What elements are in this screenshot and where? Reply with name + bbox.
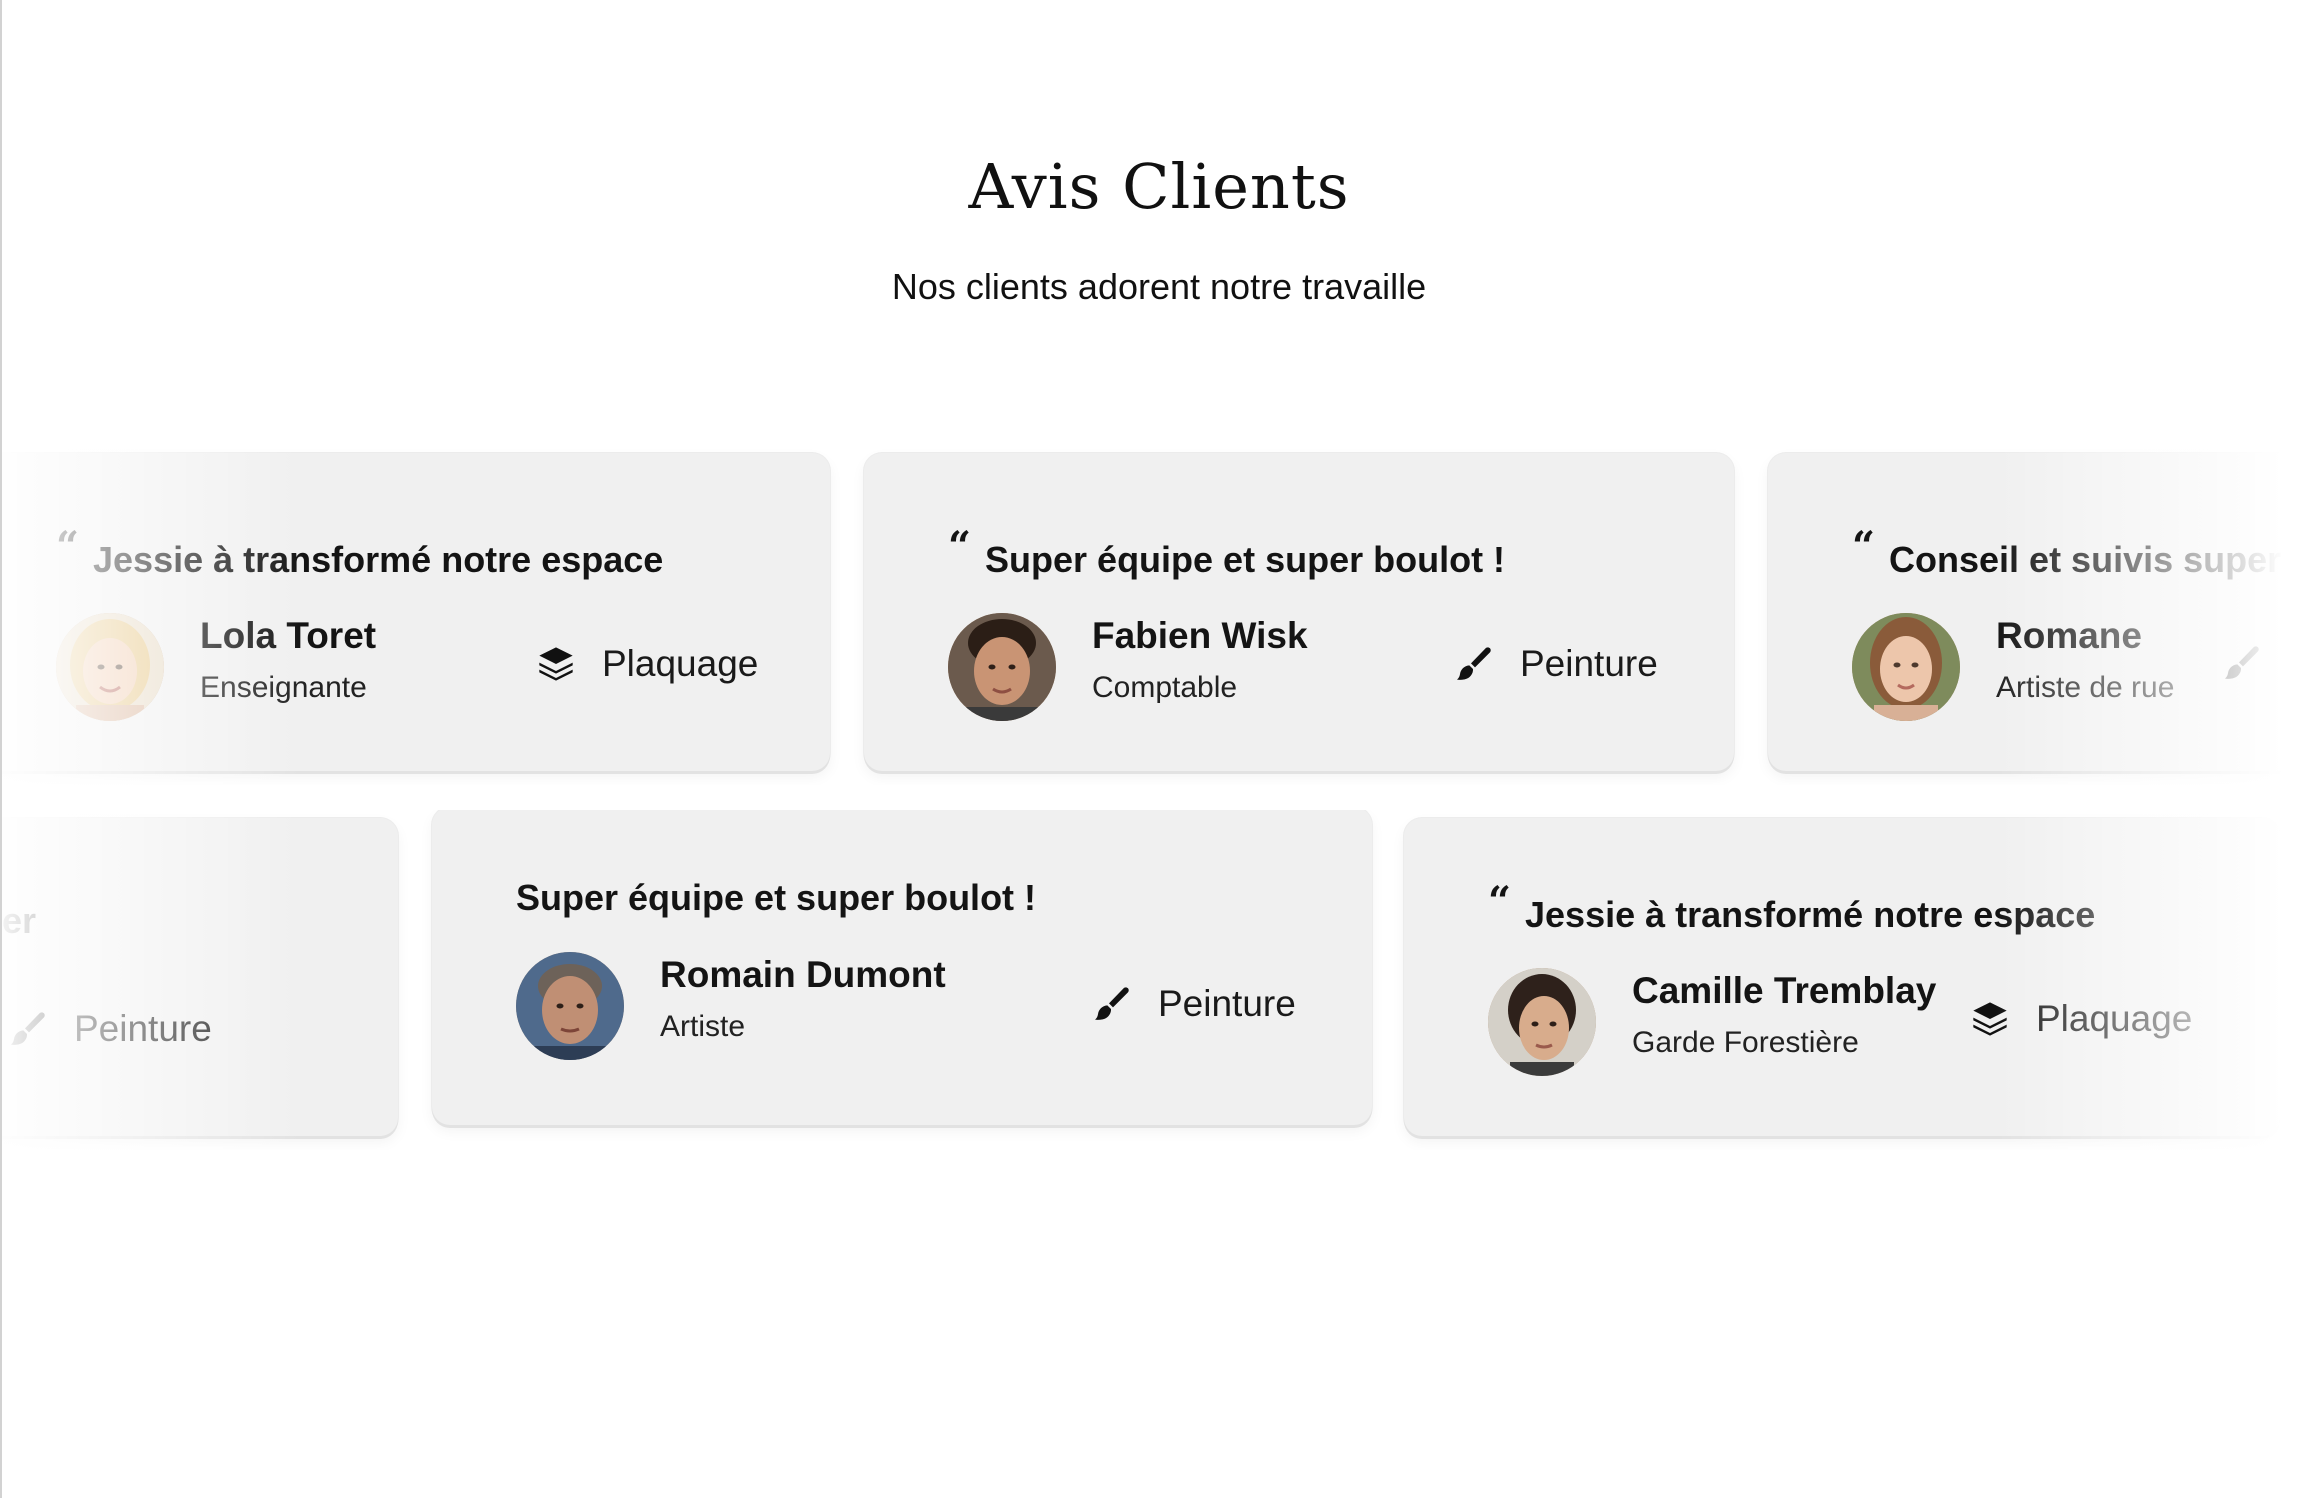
service-tag bbox=[2222, 643, 2288, 683]
testimonials-row-top: “Jessie à transformé notre espace Lola T… bbox=[2, 445, 2316, 785]
quote-mark-icon: “ bbox=[948, 523, 972, 570]
testimonial-quote: “Jessie à transformé notre espace bbox=[1488, 878, 2096, 935]
layers-icon bbox=[1970, 999, 2010, 1039]
testimonial-card: “Jessie à transformé notre espace Lola T… bbox=[2, 453, 830, 771]
service-label: Plaquage bbox=[602, 643, 759, 684]
testimonial-card: “Super équipe et super boulot ! Fabien W… bbox=[864, 453, 1734, 771]
service-label: Peinture bbox=[1158, 983, 1296, 1024]
testimonial-quote: er bbox=[2, 900, 37, 941]
service-label: Plaquage bbox=[2036, 998, 2193, 1039]
testimonial-quote: “Super équipe et super boulot ! bbox=[948, 523, 1506, 580]
client-name: Camille Tremblay bbox=[1632, 970, 1937, 1011]
service-tag: Peinture bbox=[8, 1008, 212, 1050]
service-label: Peinture bbox=[1520, 643, 1658, 684]
layers-icon bbox=[536, 644, 576, 684]
quote-mark-icon: “ bbox=[56, 523, 80, 570]
client-role: Artiste de rue bbox=[1996, 671, 2175, 704]
testimonial-card: Super équipe et super boulot ! Romain Du… bbox=[432, 810, 1372, 1125]
testimonial-card: “Jessie à transformé notre espace Camill… bbox=[1404, 818, 2280, 1136]
service-tag: Peinture bbox=[1454, 643, 1658, 685]
client-role: Enseignante bbox=[200, 671, 367, 704]
brush-icon bbox=[8, 1009, 48, 1049]
section-title: Avis Clients bbox=[968, 150, 1350, 223]
client-name: Romain Dumont bbox=[660, 954, 946, 995]
testimonial-card: er Peinture bbox=[2, 818, 398, 1136]
client-name: Fabien Wisk bbox=[1092, 615, 1308, 656]
client-role: Comptable bbox=[1092, 671, 1238, 704]
avatar bbox=[1488, 968, 1596, 1076]
client-name: Lola Toret bbox=[200, 615, 377, 656]
brush-icon bbox=[2222, 643, 2262, 683]
avatar bbox=[516, 952, 624, 1060]
service-tag: Plaquage bbox=[1970, 998, 2192, 1040]
service-label: Peinture bbox=[74, 1008, 212, 1049]
quote-mark-icon: “ bbox=[1852, 523, 1876, 570]
service-tag: Peinture bbox=[1092, 983, 1296, 1025]
testimonials-row-bottom: er Peinture Super équipe et super boulot… bbox=[2, 810, 2316, 1150]
brush-icon bbox=[1092, 984, 1132, 1024]
testimonials-section: Avis Clients Nos clients adorent notre t… bbox=[2, 0, 2316, 1498]
client-role: Artiste bbox=[660, 1010, 746, 1043]
service-tag: Plaquage bbox=[536, 643, 758, 685]
avatar bbox=[56, 613, 164, 721]
testimonial-card: “Conseil et suivis super Romane Artiste … bbox=[1768, 453, 2316, 771]
client-name: Romane bbox=[1996, 615, 2142, 656]
client-role: Garde Forestière bbox=[1632, 1026, 1859, 1059]
testimonial-quote: “Conseil et suivis super bbox=[1852, 523, 2282, 580]
avatar bbox=[1852, 613, 1960, 721]
avatar bbox=[948, 613, 1056, 721]
testimonial-quote: Super équipe et super boulot ! bbox=[516, 877, 1037, 918]
quote-mark-icon: “ bbox=[1488, 878, 1512, 925]
brush-icon bbox=[1454, 644, 1494, 684]
testimonial-quote: “Jessie à transformé notre espace bbox=[56, 523, 664, 580]
section-subtitle: Nos clients adorent notre travaille bbox=[891, 266, 1427, 307]
